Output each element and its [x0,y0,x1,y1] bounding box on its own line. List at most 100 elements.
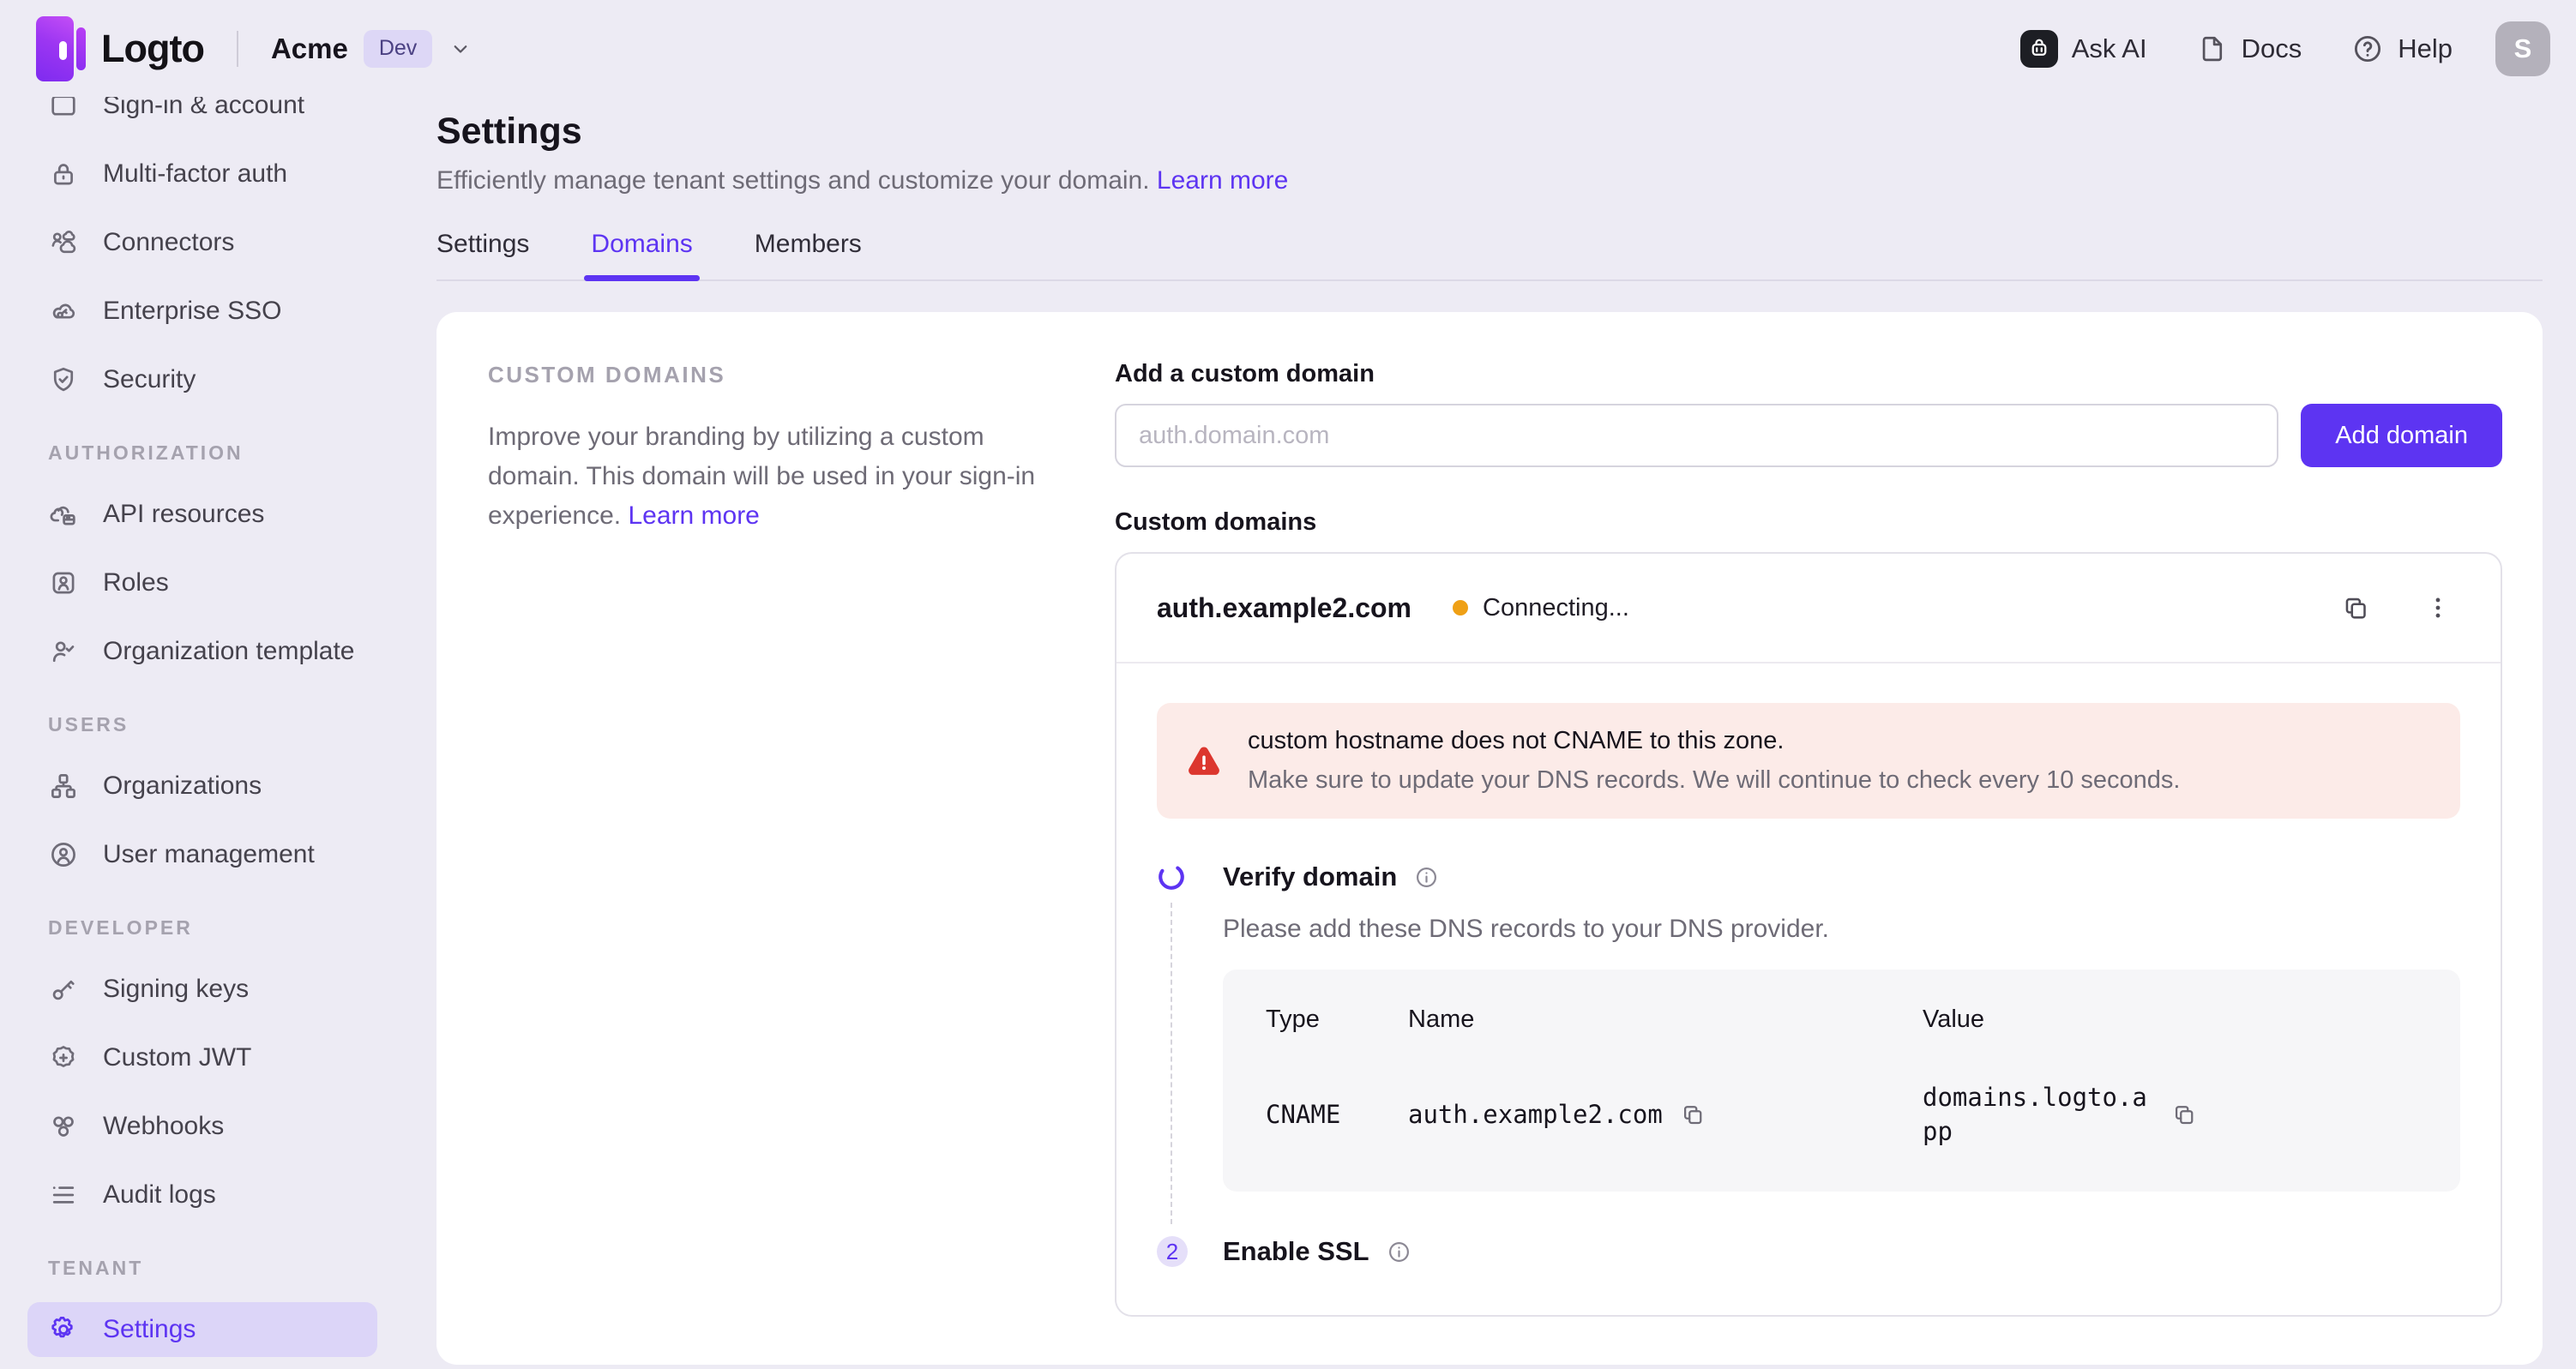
sidebar-item-multi-factor-auth[interactable]: Multi-factor auth [27,147,377,201]
cloud-key-icon [48,296,79,327]
section-description-text: Improve your branding by utilizing a cus… [488,423,1035,530]
sidebar-item-webhooks[interactable]: Webhooks [27,1099,377,1154]
status-dot [1453,600,1468,615]
main-content: Settings Efficiently manage tenant setti… [412,97,2576,1369]
tab-bar: Settings Domains Members [436,230,2543,279]
topbar-divider [237,31,238,67]
section-description: Improve your branding by utilizing a cus… [488,417,1041,536]
sidebar-item-audit-logs[interactable]: Audit logs [27,1168,377,1222]
user-circle-icon [48,839,79,870]
dns-header-value: Value [1923,1006,2426,1034]
chevron-down-icon[interactable] [448,36,473,62]
lock-icon [48,159,79,189]
sidebar-item-roles[interactable]: Roles [27,555,377,610]
domain-card: auth.example2.com Connecting... [1115,552,2502,1317]
step-2-badge: 2 [1157,1236,1188,1267]
sidebar-item-settings[interactable]: Settings [27,1302,377,1357]
copy-name-icon[interactable] [1680,1102,1706,1127]
avatar[interactable]: S [2495,21,2550,76]
error-description: Make sure to update your DNS records. We… [1248,766,2431,795]
seal-plus-icon [48,1042,79,1073]
sidebar-item-custom-jwt[interactable]: Custom JWT [27,1030,377,1085]
kebab-menu-icon[interactable] [2423,593,2453,622]
verify-domain-description: Please add these DNS records to your DNS… [1223,915,2460,944]
verify-domain-step: Verify domain [1157,862,2460,892]
dns-record-name: auth.example2.com [1408,1080,1923,1149]
id-card-icon [48,567,79,598]
topbar: Logto Acme Dev Ask AI [0,0,2576,97]
tabs-divider [436,279,2543,281]
docs-label: Docs [2242,33,2302,64]
info-icon[interactable] [1387,1240,1411,1264]
verify-domain-title: Verify domain [1223,862,1397,892]
dns-header-type: Type [1266,1006,1408,1034]
sidebar-item-signing-keys[interactable]: Signing keys [27,962,377,1017]
sidebar-item-sign-in-account[interactable]: Sign-in & account [27,97,377,133]
tenant-name: Acme [271,33,348,65]
sidebar-group-authorization: AUTHORIZATION [48,441,412,465]
spinner-icon [1157,862,1186,892]
help-icon [2351,33,2384,65]
enable-ssl-step: 2 Enable SSL [1157,1236,2460,1267]
sidebar-item-label: Multi-factor auth [103,159,287,189]
ask-ai-button[interactable]: Ask AI [2020,30,2147,68]
copy-value-icon[interactable] [2171,1102,2197,1127]
tab-domains[interactable]: Domains [591,230,692,279]
dns-record-value-text: domains.logto.app [1923,1080,2154,1149]
section-learn-more-link[interactable]: Learn more [628,501,759,530]
tab-settings[interactable]: Settings [436,230,529,279]
sidebar-item-label: Signing keys [103,975,249,1004]
copy-domain-icon[interactable] [2341,593,2370,622]
tab-members[interactable]: Members [755,230,862,279]
browser-window-icon [48,97,79,121]
subtitle-learn-more-link[interactable]: Learn more [1157,166,1288,195]
custom-domain-input[interactable] [1115,404,2278,467]
sidebar-item-organization-template[interactable]: Organization template [27,624,377,679]
add-domain-button[interactable]: Add domain [2301,404,2502,467]
sidebar-item-security[interactable]: Security [27,352,377,407]
sidebar-item-label: Custom JWT [103,1043,251,1072]
sidebar-item-label: User management [103,840,315,869]
page-subtitle-text: Efficiently manage tenant settings and c… [436,166,1150,195]
sidebar-item-label: Audit logs [103,1180,216,1210]
sidebar-item-connectors[interactable]: Connectors [27,215,377,270]
error-banner: custom hostname does not CNAME to this z… [1157,703,2460,819]
sidebar-item-label: Sign-in & account [103,97,304,120]
custom-domains-card: CUSTOM DOMAINS Improve your branding by … [436,312,2543,1365]
list-icon [48,1180,79,1210]
help-button[interactable]: Help [2351,33,2453,65]
connectors-icon [48,227,79,258]
page-subtitle: Efficiently manage tenant settings and c… [436,166,2543,195]
gear-icon [48,1314,79,1345]
sidebar-item-label: Security [103,365,196,394]
error-title: custom hostname does not CNAME to this z… [1248,727,2431,755]
docs-button[interactable]: Docs [2197,33,2302,64]
ask-ai-label: Ask AI [2072,33,2147,64]
dns-record-value: domains.logto.app [1923,1080,2426,1149]
sidebar-item-user-management[interactable]: User management [27,827,377,882]
sidebar-item-label: API resources [103,500,264,529]
info-icon[interactable] [1414,865,1439,890]
sidebar-item-label: Webhooks [103,1112,224,1141]
sidebar-item-label: Enterprise SSO [103,297,281,326]
ask-ai-icon [2020,30,2058,68]
tenant-selector[interactable]: Acme Dev [271,30,473,68]
logto-logo-icon [36,15,89,83]
sidebar-item-label: Roles [103,568,169,597]
org-chart-icon [48,771,79,802]
sidebar-item-api-resources[interactable]: API resources [27,487,377,542]
status-text: Connecting... [1483,594,1629,622]
sidebar-item-organizations[interactable]: Organizations [27,759,377,814]
help-label: Help [2398,33,2453,64]
shield-check-icon [48,364,79,395]
sidebar-item-enterprise-sso[interactable]: Enterprise SSO [27,284,377,339]
sidebar-item-label: Connectors [103,228,234,257]
sidebar: Sign-in & account Multi-factor auth [0,97,412,1369]
sidebar-group-users: USERS [48,713,412,736]
active-tab-underline [584,275,699,281]
sidebar-item-label: Settings [103,1315,196,1344]
logto-logo[interactable]: Logto [36,15,204,83]
tab-label: Members [755,230,862,258]
add-domain-label: Add a custom domain [1115,360,2502,388]
sidebar-item-label: Organizations [103,772,262,801]
